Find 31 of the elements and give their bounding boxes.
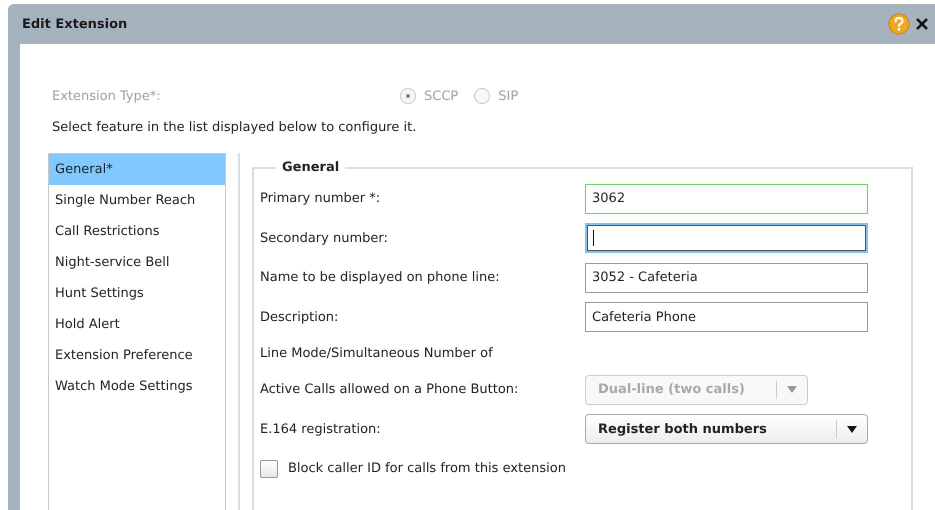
input-field[interactable]: 3062 bbox=[585, 184, 868, 214]
feature-list-item[interactable]: General* bbox=[49, 154, 225, 185]
input-field[interactable] bbox=[585, 223, 868, 254]
feature-list-item[interactable]: Call Restrictions bbox=[49, 216, 225, 247]
input-field[interactable]: 3052 - Cafeteria bbox=[585, 262, 868, 293]
field-label: Name to be displayed on phone line: bbox=[260, 270, 501, 286]
feature-list-item[interactable]: Hunt Settings bbox=[49, 278, 225, 309]
caret-icon bbox=[787, 386, 797, 394]
checkbox-label: Block caller ID for calls from this extension bbox=[288, 461, 566, 476]
instruction-text: Select feature in the list displayed below to configure it. bbox=[52, 120, 418, 135]
window-title: Edit Extension bbox=[22, 16, 128, 32]
caret-icon bbox=[847, 426, 857, 433]
feature-list-item[interactable]: Extension Preference bbox=[49, 340, 225, 371]
field-label: Line Mode/Simultaneous Number of bbox=[260, 346, 494, 361]
feature-list-item[interactable]: Single Number Reach bbox=[49, 185, 225, 216]
section-legend: General bbox=[276, 160, 346, 175]
input-field[interactable]: Cafeteria Phone bbox=[585, 302, 868, 332]
feature-list-item[interactable]: Hold Alert bbox=[49, 309, 225, 340]
checkbox[interactable] bbox=[260, 460, 278, 478]
help-icon[interactable] bbox=[888, 13, 910, 35]
text-cursor bbox=[593, 230, 594, 246]
extension-type-label: Extension Type*: bbox=[52, 88, 162, 104]
dropdown[interactable]: Register both numbers bbox=[585, 414, 868, 444]
close-icon[interactable] bbox=[916, 17, 928, 31]
feature-list-item[interactable]: Watch Mode Settings bbox=[49, 371, 225, 402]
field-label: Primary number *: bbox=[260, 191, 382, 206]
field-label: Secondary number: bbox=[260, 230, 389, 246]
field-label: Active Calls allowed on a Phone Button: bbox=[260, 382, 520, 398]
field-label: Description: bbox=[260, 310, 340, 325]
feature-list-item[interactable]: Night-service Bell bbox=[49, 247, 225, 278]
field-label: E.164 registration: bbox=[260, 422, 382, 437]
